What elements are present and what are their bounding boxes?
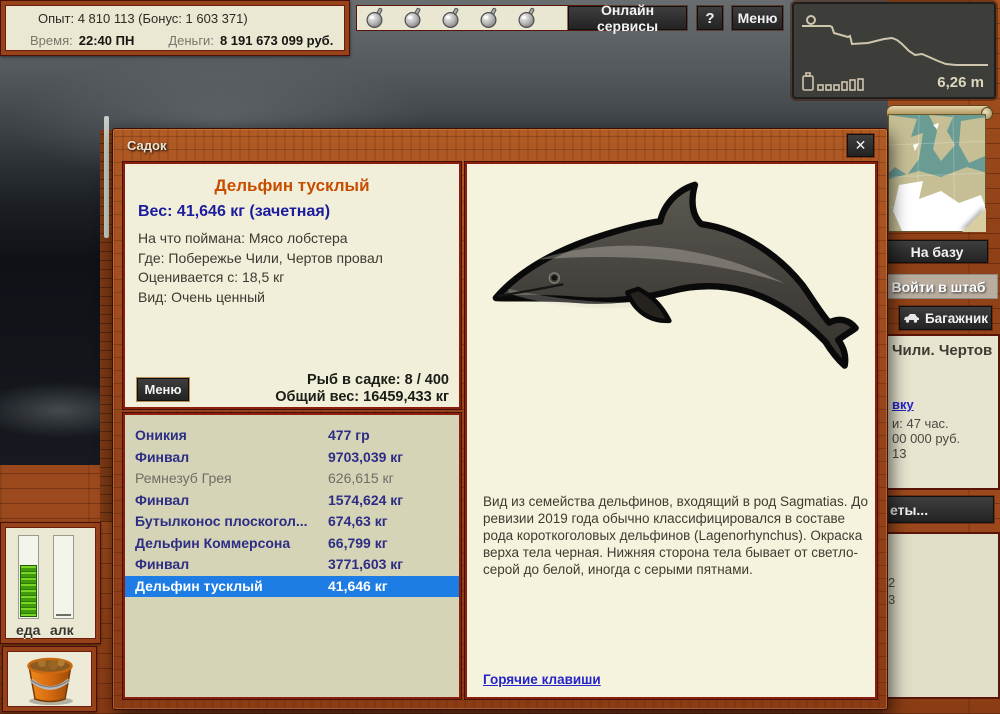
fish-row-weight: 9703,039 кг: [328, 447, 403, 469]
groundbait-panel[interactable]: [2, 646, 97, 712]
time-value: 22:40 ПН: [79, 33, 135, 48]
fish-row-weight: 41,646 кг: [328, 576, 388, 598]
fish-list-row[interactable]: Финвал 9703,039 кг: [125, 447, 459, 469]
fish-row-name: Дельфин Коммерсона: [135, 533, 290, 555]
fish-row-name: Бутылконос плоскогол...: [135, 511, 308, 533]
fish-bait-line: На что поймана: Мясо лобстера: [138, 229, 459, 249]
fish-row-name: Дельфин тусклый: [135, 576, 263, 598]
fish-list-row[interactable]: Ремнезуб Грея 626,615 кг: [125, 468, 459, 490]
fish-name: Дельфин тусклый: [125, 176, 459, 196]
enter-hq-button[interactable]: Войти в штаб: [879, 274, 998, 299]
fish-info-panel: Вид из семейства дельфинов, входящий в р…: [465, 162, 877, 699]
time-label: Время:: [30, 33, 73, 48]
trunk-button[interactable]: Багажник: [899, 306, 992, 330]
background-scrollbar: [104, 116, 109, 238]
fish-row-name: Финвал: [135, 490, 189, 512]
location-info-line: и: 47 час.: [892, 416, 998, 431]
location-info-line: 00 000 руб.: [892, 431, 998, 446]
fish-row-name: Ремнезуб Грея: [135, 468, 232, 490]
bell-icon[interactable]: [365, 7, 386, 29]
car-icon: [903, 313, 920, 323]
signal-bars-icon: [818, 79, 863, 90]
online-services-button[interactable]: Онлайн сервисы: [568, 6, 687, 30]
money-value: 8 191 673 099 руб.: [220, 33, 333, 48]
fish-row-weight: 1574,624 кг: [328, 490, 403, 512]
alcohol-meter: [53, 535, 74, 619]
experience-row: Опыт: 4 810 113 (Бонус: 1 603 371): [14, 11, 336, 26]
cage-total-weight: Общий вес: 16459,433 кг: [275, 389, 449, 406]
help-button[interactable]: ?: [697, 6, 723, 30]
alcohol-meter-fill: [56, 614, 71, 616]
fish-kind-line: Вид: Очень ценный: [138, 288, 459, 308]
bell-icon[interactable]: [403, 7, 424, 29]
cage-menu-button[interactable]: Меню: [137, 378, 189, 401]
fish-row-weight: 477 гр: [328, 425, 370, 447]
location-info-line: 13: [892, 446, 998, 461]
fish-list-row[interactable]: Дельфин Коммерсона 66,799 кг: [125, 533, 459, 555]
bucket-icon: [17, 652, 83, 706]
fish-row-weight: 626,615 кг: [328, 468, 394, 490]
money-label: Деньги:: [168, 33, 214, 48]
time-money-row: Время: 22:40 ПН Деньги: 8 191 673 099 ру…: [14, 33, 336, 48]
right-lower-panel: 2 3: [884, 532, 1000, 699]
cage-window: Садок ✕ Дельфин тусклый Вес: 41,646 кг (…: [112, 128, 888, 710]
fish-detail-panel: Дельфин тусклый Вес: 41,646 кг (зачетная…: [123, 162, 461, 409]
bell-icon[interactable]: [479, 7, 500, 29]
top-menu-button[interactable]: Меню: [732, 6, 783, 30]
fish-list-row[interactable]: Дельфин тусклый 41,646 кг: [125, 576, 459, 598]
fish-list-row[interactable]: Финвал 1574,624 кг: [125, 490, 459, 512]
alcohol-label: алк: [50, 622, 74, 638]
cage-count: Рыб в садке: 8 / 400: [275, 372, 449, 389]
fish-row-name: Финвал: [135, 554, 189, 576]
fish-list: Оникия 477 гр Финвал 9703,039 кг Ремнезу…: [123, 413, 461, 699]
fish-weight: Вес: 41,646 кг (зачетная): [138, 203, 459, 221]
to-base-button[interactable]: На базу: [886, 240, 988, 263]
experience-label: Опыт:: [38, 11, 74, 26]
food-meter: [18, 535, 39, 619]
panel-line: 3: [888, 591, 998, 608]
location-panel: Чили. Чертов вку и: 47 час. 00 000 руб. …: [884, 334, 1000, 490]
window-title: Садок: [127, 138, 166, 153]
battery-icon: [803, 73, 813, 90]
fish-row-name: Оникия: [135, 425, 187, 447]
close-icon[interactable]: ✕: [847, 134, 874, 157]
experience-value: 4 810 113 (Бонус: 1 603 371): [78, 11, 248, 26]
fish-list-row[interactable]: Оникия 477 гр: [125, 425, 459, 447]
fish-row-name: Финвал: [135, 447, 189, 469]
sonar-panel: 6,26 m: [792, 2, 996, 99]
dolphin-image: [481, 172, 865, 382]
location-title: Чили. Чертов: [892, 342, 998, 359]
fish-row-weight: 66,799 кг: [328, 533, 388, 555]
fish-description: Вид из семейства дельфинов, входящий в р…: [483, 493, 869, 578]
food-meter-fill: [20, 565, 37, 617]
bell-icon[interactable]: [517, 7, 538, 29]
location-link-fragment[interactable]: вку: [892, 397, 914, 412]
fish-row-weight: 674,63 кг: [328, 511, 388, 533]
map-corner-curl: [962, 208, 986, 232]
depth-value: 6,26 m: [937, 74, 984, 91]
hotkeys-link[interactable]: Горячие клавиши: [483, 672, 601, 687]
bell-icon[interactable]: [441, 7, 462, 29]
panel-line: 2: [888, 574, 998, 591]
fish-row-weight: 3771,603 кг: [328, 554, 403, 576]
fish-list-row[interactable]: Финвал 3771,603 кг: [125, 554, 459, 576]
fish-valued-line: Оценивается с: 18,5 кг: [138, 268, 459, 288]
tickets-button-fragment[interactable]: еты...: [884, 496, 994, 523]
float-marker-icon: [807, 16, 815, 24]
player-info-panel: Опыт: 4 810 113 (Бонус: 1 603 371) Время…: [0, 0, 350, 56]
trunk-label: Багажник: [925, 311, 988, 326]
fish-where-line: Где: Побережье Чили, Чертов провал: [138, 249, 459, 269]
fish-list-row[interactable]: Бутылконос плоскогол... 674,63 кг: [125, 511, 459, 533]
status-meters-panel: еда алк: [0, 522, 101, 644]
food-label: еда: [16, 622, 40, 638]
